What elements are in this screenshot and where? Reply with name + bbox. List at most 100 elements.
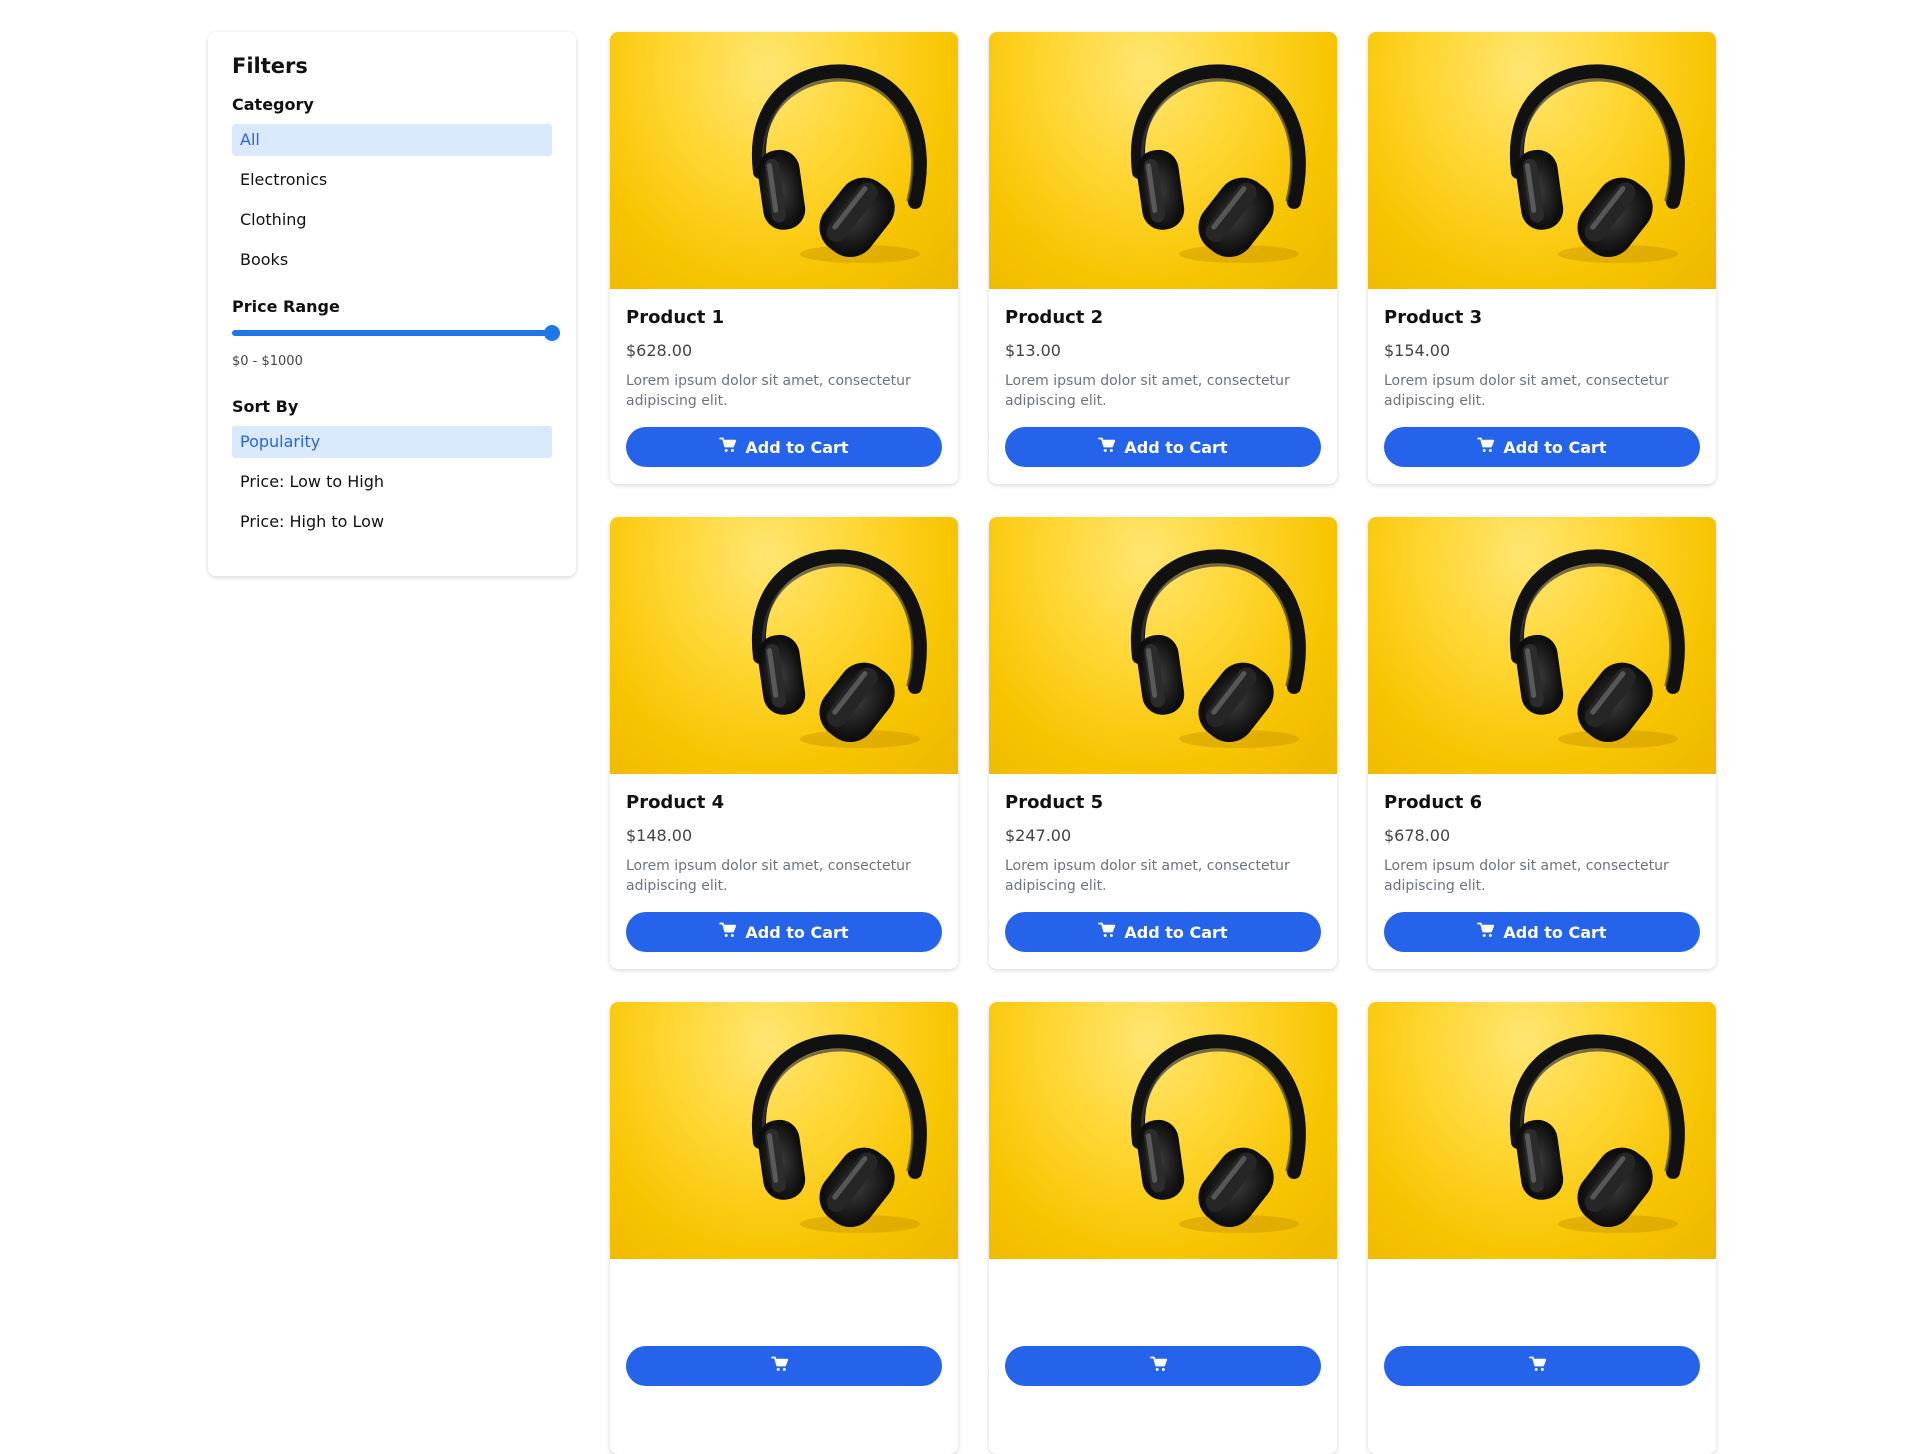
product-description [1005, 1290, 1321, 1330]
product-price: $148.00 [626, 826, 693, 845]
product-info: Product 5 $247.00 Lorem ipsum dolor sit … [989, 774, 1337, 952]
add-to-cart-label: Add to Cart [1124, 922, 1228, 942]
add-to-cart-button[interactable] [1384, 1346, 1700, 1386]
headphones-icon [989, 64, 1337, 289]
shopping-cart-icon [1477, 922, 1495, 942]
product-info: Product 1 $628.00 Lorem ipsum dolor sit … [610, 289, 958, 467]
sort-option-price-low-to-high[interactable]: Price: Low to High [232, 466, 552, 498]
slider-fill [232, 330, 552, 336]
product-image [1368, 517, 1716, 774]
product-card [1368, 1002, 1716, 1454]
category-option-all[interactable]: All [232, 124, 552, 156]
product-card: Product 2 $13.00 Lorem ipsum dolor sit a… [989, 32, 1337, 484]
product-title: Product 5 [1005, 792, 1104, 813]
shopping-cart-icon [1098, 922, 1116, 942]
product-image [989, 517, 1337, 774]
slider-thumb[interactable] [544, 325, 560, 341]
add-to-cart-label: Add to Cart [1503, 922, 1607, 942]
product-card: Product 3 $154.00 Lorem ipsum dolor sit … [1368, 32, 1716, 484]
product-description: Lorem ipsum dolor sit amet, consectetur … [1005, 858, 1290, 894]
product-card: Product 5 $247.00 Lorem ipsum dolor sit … [989, 517, 1337, 969]
category-section: Category All Electronics Clothing Books [232, 95, 552, 276]
product-image [610, 517, 958, 774]
category-title: Category [232, 95, 314, 114]
shopping-cart-icon [1098, 437, 1116, 457]
product-price: $247.00 [1005, 826, 1072, 845]
shopping-cart-icon [719, 922, 737, 942]
shopping-cart-icon [1477, 437, 1495, 457]
shopping-cart-icon [1150, 1356, 1168, 1376]
add-to-cart-label: Add to Cart [745, 437, 849, 457]
sort-option-popularity[interactable]: Popularity [232, 426, 552, 458]
product-description [626, 1290, 942, 1330]
shopping-cart-icon [719, 437, 737, 457]
headphones-icon [610, 549, 958, 774]
product-title: Product 6 [1384, 792, 1483, 813]
category-option-clothing[interactable]: Clothing [232, 204, 552, 236]
product-card: Product 1 $628.00 Lorem ipsum dolor sit … [610, 32, 958, 484]
add-to-cart-label: Add to Cart [745, 922, 849, 942]
headphones-icon [1368, 549, 1716, 774]
product-image [610, 1002, 958, 1259]
product-description [1384, 1290, 1700, 1330]
category-list: All Electronics Clothing Books [232, 124, 552, 276]
product-price: $678.00 [1384, 826, 1451, 845]
product-description: Lorem ipsum dolor sit amet, consectetur … [626, 373, 911, 409]
headphones-icon [610, 64, 958, 289]
product-description: Lorem ipsum dolor sit amet, consectetur … [1384, 858, 1669, 894]
product-grid: Product 1 $628.00 Lorem ipsum dolor sit … [610, 32, 1716, 1454]
add-to-cart-button[interactable]: Add to Cart [1005, 912, 1321, 952]
product-card [989, 1002, 1337, 1454]
add-to-cart-label: Add to Cart [1124, 437, 1228, 457]
product-price: $154.00 [1384, 341, 1451, 360]
product-info [1368, 1259, 1716, 1386]
add-to-cart-button[interactable]: Add to Cart [626, 427, 942, 467]
add-to-cart-button[interactable] [1005, 1346, 1321, 1386]
product-info: Product 2 $13.00 Lorem ipsum dolor sit a… [989, 289, 1337, 467]
add-to-cart-label: Add to Cart [1503, 437, 1607, 457]
headphones-icon [610, 1034, 958, 1259]
headphones-icon [1368, 1034, 1716, 1259]
product-title: Product 2 [1005, 307, 1104, 328]
add-to-cart-button[interactable]: Add to Cart [1384, 912, 1700, 952]
product-image [989, 1002, 1337, 1259]
product-image [1368, 1002, 1716, 1259]
sort-option-price-high-to-low[interactable]: Price: High to Low [232, 506, 552, 538]
product-info: Product 6 $678.00 Lorem ipsum dolor sit … [1368, 774, 1716, 952]
headphones-icon [1368, 64, 1716, 289]
sort-title: Sort By [232, 397, 299, 416]
product-card [610, 1002, 958, 1454]
product-title: Product 1 [626, 307, 725, 328]
add-to-cart-button[interactable]: Add to Cart [1005, 427, 1321, 467]
add-to-cart-button[interactable]: Add to Cart [626, 912, 942, 952]
product-description: Lorem ipsum dolor sit amet, consectetur … [1005, 373, 1290, 409]
product-info [989, 1259, 1337, 1386]
sort-list: Popularity Price: Low to High Price: High … [232, 426, 552, 538]
product-title: Product 4 [626, 792, 725, 813]
product-image [1368, 32, 1716, 289]
product-info: Product 3 $154.00 Lorem ipsum dolor sit … [1368, 289, 1716, 467]
sort-section: Sort By Popularity Price: Low to High Pric… [232, 397, 552, 538]
product-info: Product 4 $148.00 Lorem ipsum dolor sit … [610, 774, 958, 952]
product-description: Lorem ipsum dolor sit amet, consectetur … [626, 858, 911, 894]
product-price: $13.00 [1005, 341, 1061, 360]
price-range-title: Price Range [232, 297, 340, 316]
headphones-icon [989, 549, 1337, 774]
product-image [610, 32, 958, 289]
category-option-books[interactable]: Books [232, 244, 552, 276]
add-to-cart-button[interactable]: Add to Cart [1384, 427, 1700, 467]
product-price: $628.00 [626, 341, 693, 360]
add-to-cart-button[interactable] [626, 1346, 942, 1386]
filters-sidebar: Filters Category All Electronics Clothing B… [208, 32, 576, 576]
product-card: Product 4 $148.00 Lorem ipsum dolor sit … [610, 517, 958, 969]
shopping-cart-icon [771, 1356, 789, 1376]
shopping-cart-icon [1529, 1356, 1547, 1376]
headphones-icon [989, 1034, 1337, 1259]
price-range-section: Price Range $0 - $1000 [232, 297, 560, 369]
product-card: Product 6 $678.00 Lorem ipsum dolor sit … [1368, 517, 1716, 969]
category-option-electronics[interactable]: Electronics [232, 164, 552, 196]
product-title: Product 3 [1384, 307, 1483, 328]
price-range-slider[interactable] [232, 325, 560, 341]
product-description: Lorem ipsum dolor sit amet, consectetur … [1384, 373, 1669, 409]
product-info [610, 1259, 958, 1386]
